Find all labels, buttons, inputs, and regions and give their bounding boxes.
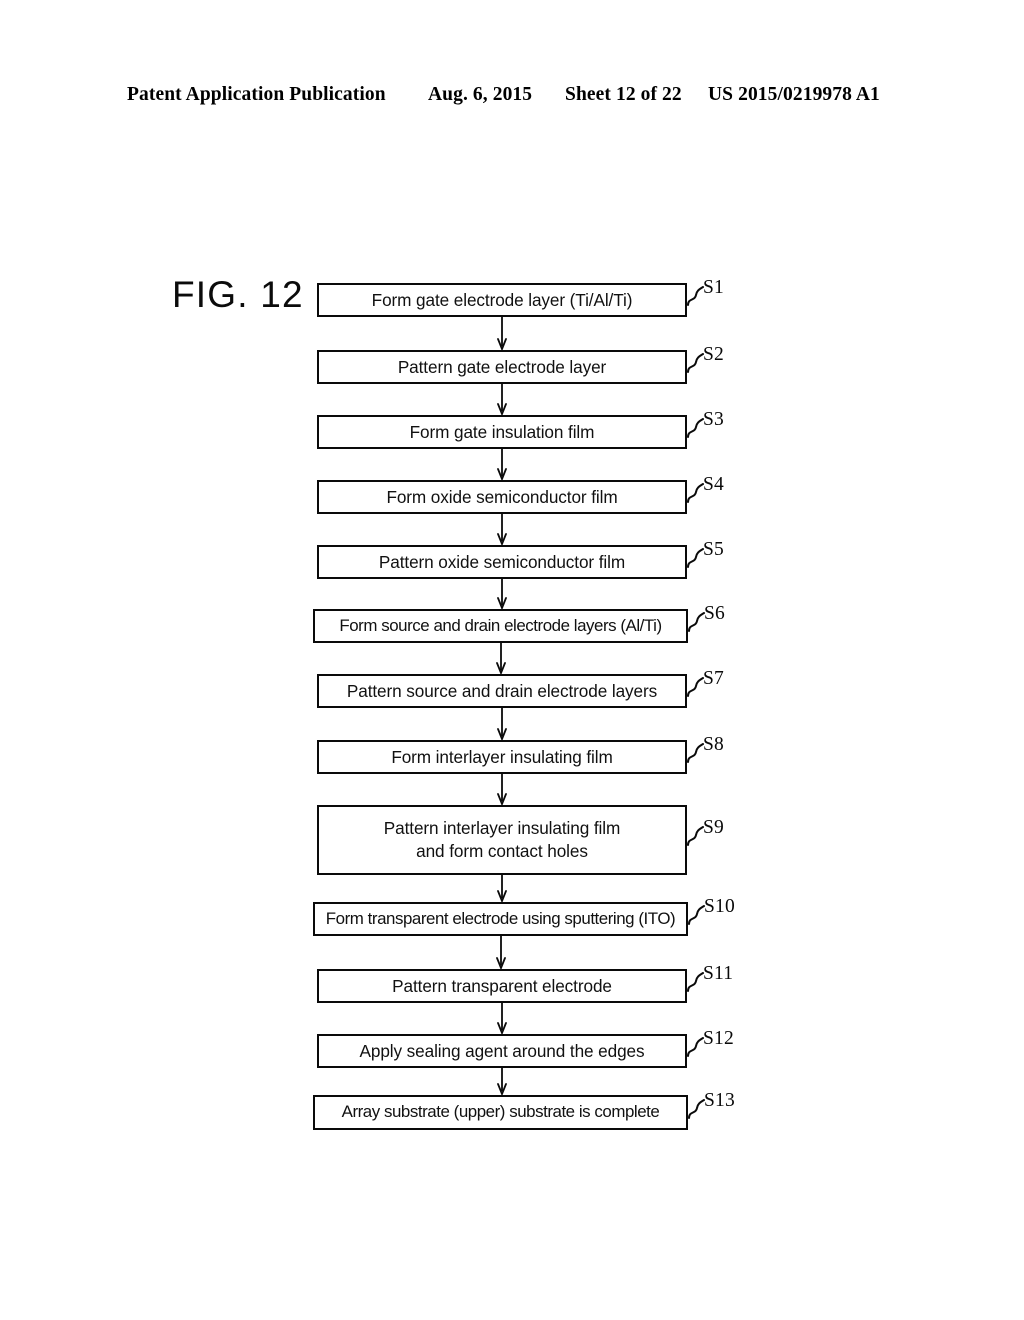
- flowchart-step-text-s10: Form transparent electrode using sputter…: [325, 908, 676, 928]
- flowchart-step-label-s3: S3: [703, 409, 724, 430]
- flowchart-arrow-s8-to-s9: [495, 774, 509, 807]
- flowchart-leader-hook-s3: [686, 416, 704, 438]
- flowchart-step-box-s12: Apply sealing agent around the edges: [317, 1034, 687, 1068]
- flowchart-leader-hook-s9: [686, 824, 704, 846]
- flowchart-step-box-s7: Pattern source and drain electrode layer…: [317, 674, 687, 708]
- flowchart-step-label-s9: S9: [703, 817, 724, 838]
- flowchart-step-label-s13: S13: [704, 1089, 735, 1111]
- flowchart-arrow-s11-to-s12: [495, 1003, 509, 1036]
- flowchart-leader-hook-s6: [687, 610, 705, 632]
- flowchart-leader-hook-s10: [687, 903, 705, 925]
- flowchart-leader-hook-s5: [686, 546, 704, 568]
- flowchart-step-text-s12: Apply sealing agent around the edges: [359, 1040, 645, 1061]
- flowchart-arrow-s5-to-s6: [495, 579, 509, 611]
- flowchart-step-box-s13: Array substrate (upper) substrate is com…: [313, 1095, 688, 1130]
- flowchart-arrow-s10-to-s11: [494, 936, 508, 971]
- flowchart-step-label-s10: S10: [704, 896, 735, 917]
- flowchart-step-label-s8: S8: [703, 734, 724, 755]
- flowchart-arrow-s4-to-s5: [495, 514, 509, 547]
- flowchart-step-label-s12: S12: [703, 1028, 734, 1049]
- flowchart-leader-hook-s4: [686, 481, 704, 503]
- flowchart-arrow-s1-to-s2: [495, 317, 509, 352]
- flowchart-step-label-s11: S11: [703, 963, 734, 984]
- flowchart-leader-hook-s11: [686, 970, 704, 992]
- flowchart-step-label-s4: S4: [703, 474, 724, 495]
- flowchart-arrow-s9-to-s10: [495, 875, 509, 904]
- flowchart-step-text-s5: Pattern oxide semiconductor film: [378, 551, 626, 572]
- flowchart-step-box-s3: Form gate insulation film: [317, 415, 687, 449]
- flowchart-step-label-s1: S1: [703, 277, 724, 298]
- flowchart-step-box-s6: Form source and drain electrode layers (…: [313, 609, 688, 643]
- flowchart-diagram: Form gate electrode layer (Ti/Al/Ti) S1 Pa…: [0, 0, 1024, 1320]
- flowchart-arrow-s6-to-s7: [494, 643, 508, 676]
- flowchart-step-text-s4: Form oxide semiconductor film: [386, 486, 618, 507]
- flowchart-step-text-s3: Form gate insulation film: [409, 421, 595, 442]
- flowchart-step-text-s9: Pattern interlayer insulating film and f…: [383, 818, 621, 861]
- flowchart-step-box-s8: Form interlayer insulating film: [317, 740, 687, 774]
- flowchart-arrow-s2-to-s3: [495, 384, 509, 417]
- flowchart-step-text-s1: Form gate electrode layer (Ti/Al/Ti): [371, 289, 633, 310]
- flowchart-arrow-s3-to-s4: [495, 449, 509, 482]
- flowchart-step-box-s5: Pattern oxide semiconductor film: [317, 545, 687, 579]
- flowchart-step-box-s10: Form transparent electrode using sputter…: [313, 902, 688, 936]
- flowchart-step-text-s2: Pattern gate electrode layer: [397, 356, 607, 377]
- flowchart-step-text-s6: Form source and drain electrode layers (…: [339, 615, 662, 635]
- flowchart-step-box-s1: Form gate electrode layer (Ti/Al/Ti): [317, 283, 687, 317]
- flowchart-arrow-s7-to-s8: [495, 708, 509, 742]
- flowchart-step-label-s5: S5: [703, 539, 724, 560]
- flowchart-step-label-s7: S7: [703, 668, 724, 689]
- flowchart-step-label-s6: S6: [704, 603, 725, 624]
- flowchart-step-text-s11: Pattern transparent electrode: [392, 975, 612, 996]
- flowchart-step-box-s9: Pattern interlayer insulating film and f…: [317, 805, 687, 875]
- flowchart-step-text-s13: Array substrate (upper) substrate is com…: [341, 1102, 660, 1122]
- flowchart-step-label-s2: S2: [703, 344, 724, 365]
- flowchart-leader-hook-s2: [686, 351, 704, 373]
- flowchart-leader-hook-s12: [686, 1035, 704, 1057]
- flowchart-leader-hook-s13: [687, 1097, 705, 1119]
- flowchart-step-box-s4: Form oxide semiconductor film: [317, 480, 687, 514]
- flowchart-step-box-s2: Pattern gate electrode layer: [317, 350, 687, 384]
- flowchart-arrow-s12-to-s13: [495, 1068, 509, 1097]
- flowchart-step-box-s11: Pattern transparent electrode: [317, 969, 687, 1003]
- flowchart-leader-hook-s8: [686, 741, 704, 763]
- flowchart-leader-hook-s1: [686, 284, 704, 306]
- flowchart-leader-hook-s7: [686, 675, 704, 697]
- flowchart-step-text-s7: Pattern source and drain electrode layer…: [346, 680, 658, 701]
- flowchart-step-text-s8: Form interlayer insulating film: [391, 746, 613, 767]
